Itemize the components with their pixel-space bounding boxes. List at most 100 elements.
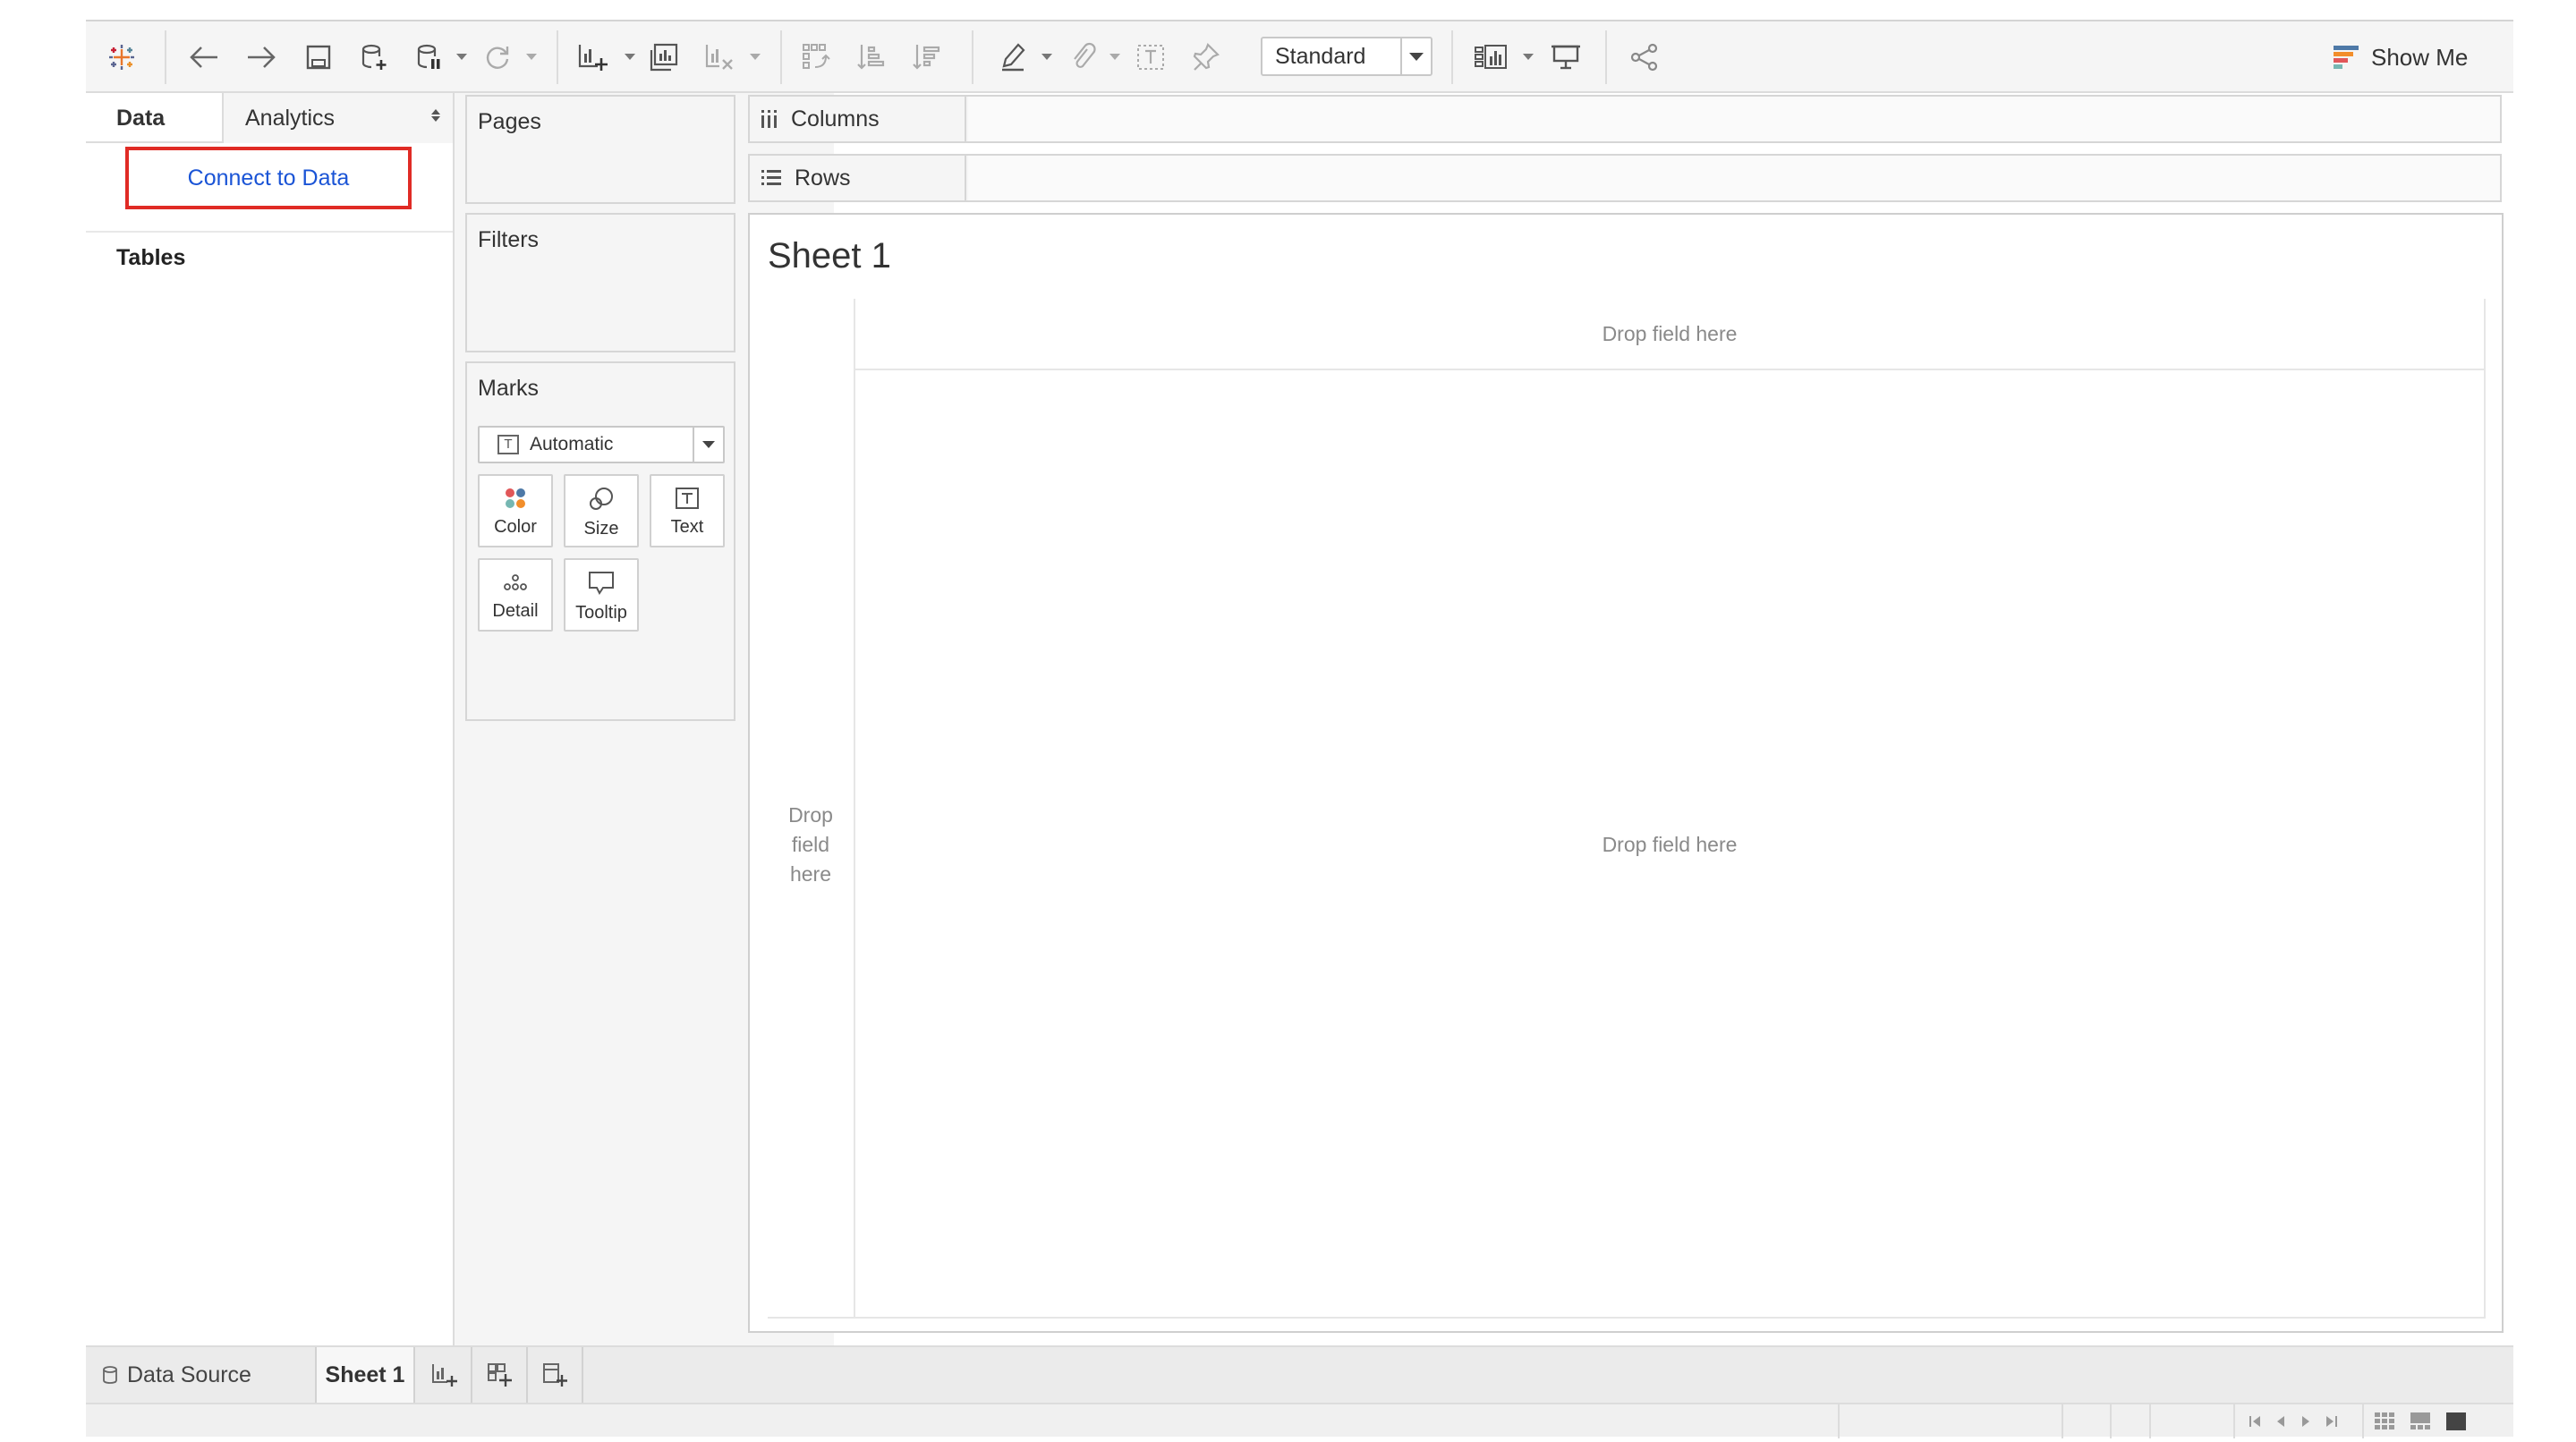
presentation-mode-icon[interactable] bbox=[1546, 38, 1586, 77]
new-worksheet-button[interactable] bbox=[417, 1347, 472, 1403]
new-worksheet-dropdown-icon[interactable] bbox=[625, 54, 635, 60]
filmstrip-view-icon[interactable] bbox=[2410, 1412, 2430, 1430]
sorter-view-icon[interactable] bbox=[2375, 1412, 2394, 1430]
columns-shelf-label: Columns bbox=[750, 97, 966, 141]
tooltip-button[interactable]: Tooltip bbox=[564, 558, 639, 632]
color-button[interactable]: Color bbox=[478, 474, 553, 547]
pause-updates-icon[interactable] bbox=[412, 38, 447, 77]
row-drop-target[interactable]: Drop field here bbox=[768, 370, 854, 1319]
divider bbox=[2233, 1404, 2235, 1438]
detail-button-label: Detail bbox=[492, 601, 539, 621]
column-drop-target[interactable]: Drop field here bbox=[855, 299, 2484, 369]
clear-sheet-dropdown-icon[interactable] bbox=[750, 54, 761, 60]
new-data-source-icon[interactable] bbox=[356, 38, 392, 77]
text-button-label: Text bbox=[670, 517, 704, 537]
sort-ascending-icon[interactable] bbox=[854, 38, 889, 77]
highlight-icon[interactable] bbox=[997, 38, 1033, 77]
sheet-title[interactable]: Sheet 1 bbox=[768, 236, 891, 276]
share-icon[interactable] bbox=[1625, 38, 1664, 77]
tableau-workbook-window: Standard Show Me Data Analytics Connect … bbox=[86, 20, 2513, 1438]
tab-data-source[interactable]: Data Source bbox=[86, 1347, 315, 1403]
save-icon[interactable] bbox=[301, 38, 336, 77]
group-dropdown-icon[interactable] bbox=[1109, 54, 1120, 60]
columns-drop-zone[interactable] bbox=[968, 97, 2500, 141]
show-me-button[interactable]: Show Me bbox=[2334, 38, 2468, 77]
show-cards-dropdown-icon[interactable] bbox=[1523, 54, 1534, 60]
swap-rows-columns-icon[interactable] bbox=[798, 38, 834, 77]
show-me-icon bbox=[2334, 46, 2359, 69]
pages-card[interactable]: Pages bbox=[465, 95, 735, 204]
detail-button[interactable]: Detail bbox=[478, 558, 553, 632]
color-dots-icon bbox=[506, 488, 525, 508]
show-cards-icon[interactable] bbox=[1471, 38, 1510, 77]
mark-type-value: Automatic bbox=[530, 434, 614, 454]
next-sheet-icon[interactable] bbox=[2300, 1414, 2312, 1429]
connect-to-data-button[interactable]: Connect to Data bbox=[125, 147, 412, 209]
show-mark-labels-icon[interactable] bbox=[1133, 38, 1169, 77]
divider bbox=[2062, 1404, 2063, 1438]
divider bbox=[2484, 299, 2486, 1319]
marks-card-title: Marks bbox=[478, 376, 540, 401]
size-button[interactable]: Size bbox=[564, 474, 639, 547]
marks-card: Marks T Automatic Color Size Text Detail… bbox=[465, 361, 735, 721]
tables-heading: Tables bbox=[116, 245, 186, 270]
tab-data[interactable]: Data bbox=[86, 93, 222, 143]
new-dashboard-icon bbox=[488, 1363, 512, 1387]
refresh-icon[interactable] bbox=[480, 38, 515, 77]
first-sheet-icon[interactable] bbox=[2248, 1414, 2264, 1429]
group-members-icon[interactable] bbox=[1065, 38, 1101, 77]
fit-width-select[interactable]: Standard bbox=[1261, 37, 1433, 76]
show-me-label: Show Me bbox=[2371, 43, 2469, 71]
redo-icon[interactable] bbox=[243, 38, 279, 77]
tableau-logo-icon[interactable] bbox=[104, 38, 140, 77]
toolbar-divider bbox=[1605, 30, 1607, 84]
previous-sheet-icon[interactable] bbox=[2274, 1414, 2287, 1429]
new-dashboard-button[interactable] bbox=[472, 1347, 528, 1403]
size-icon bbox=[590, 488, 613, 510]
tab-analytics[interactable]: Analytics bbox=[222, 93, 453, 143]
divider bbox=[1838, 1404, 1840, 1438]
center-drop-target[interactable]: Drop field here bbox=[855, 370, 2484, 1319]
last-sheet-icon[interactable] bbox=[2323, 1414, 2339, 1429]
duplicate-sheet-icon[interactable] bbox=[646, 38, 682, 77]
tooltip-icon bbox=[589, 572, 614, 595]
toolbar-divider bbox=[165, 30, 166, 84]
rows-drop-zone[interactable] bbox=[968, 156, 2500, 200]
text-button[interactable]: Text bbox=[650, 474, 725, 547]
text-icon bbox=[676, 488, 699, 509]
filters-card-title: Filters bbox=[478, 227, 540, 252]
fix-axes-pin-icon[interactable] bbox=[1188, 38, 1224, 77]
pause-updates-dropdown-icon[interactable] bbox=[456, 54, 467, 60]
filters-card[interactable]: Filters bbox=[465, 213, 735, 352]
highlight-dropdown-icon[interactable] bbox=[1041, 54, 1052, 60]
toolbar-divider bbox=[557, 30, 558, 84]
data-pane: Data Analytics Connect to Data Tables bbox=[86, 93, 455, 1345]
toolbar-divider bbox=[972, 30, 973, 84]
new-story-button[interactable] bbox=[528, 1347, 583, 1403]
view-grid: Drop field here Drop field here Drop fie… bbox=[768, 299, 2486, 1319]
sheet-tab-bar: Data Source Sheet 1 bbox=[86, 1345, 2513, 1403]
new-worksheet-icon[interactable] bbox=[574, 38, 610, 77]
divider bbox=[86, 231, 453, 233]
chevron-down-icon[interactable] bbox=[1400, 38, 1431, 74]
status-bar bbox=[86, 1403, 2513, 1438]
tab-view-icon[interactable] bbox=[2446, 1412, 2466, 1430]
mark-type-select[interactable]: T Automatic bbox=[478, 426, 725, 463]
tab-data-source-label: Data Source bbox=[127, 1361, 251, 1387]
divider bbox=[2149, 1404, 2151, 1438]
new-worksheet-icon bbox=[432, 1364, 457, 1387]
undo-icon[interactable] bbox=[186, 38, 222, 77]
chevron-down-icon[interactable] bbox=[693, 428, 723, 462]
tab-sheet-1[interactable]: Sheet 1 bbox=[315, 1347, 415, 1403]
sort-descending-icon[interactable] bbox=[909, 38, 945, 77]
pages-card-title: Pages bbox=[478, 109, 541, 134]
worksheet-view: Sheet 1 Drop field here Drop field here … bbox=[748, 213, 2504, 1333]
clear-sheet-icon[interactable] bbox=[701, 38, 737, 77]
color-button-label: Color bbox=[494, 517, 537, 537]
divider bbox=[2362, 1404, 2364, 1438]
new-story-icon bbox=[543, 1363, 567, 1387]
tooltip-button-label: Tooltip bbox=[575, 603, 627, 623]
rows-label: Rows bbox=[795, 165, 851, 191]
columns-label: Columns bbox=[791, 106, 880, 131]
refresh-dropdown-icon[interactable] bbox=[526, 54, 537, 60]
